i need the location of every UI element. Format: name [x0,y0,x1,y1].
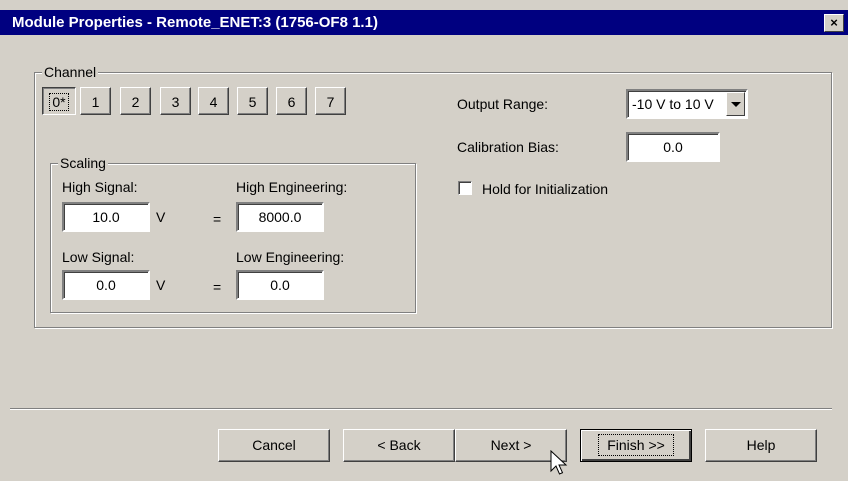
scaling-group-label: Scaling [58,155,108,171]
low-signal-unit: V [156,277,166,293]
separator [10,408,832,410]
chevron-down-icon[interactable] [726,92,745,116]
calibration-bias-label: Calibration Bias: [457,139,559,155]
window-title: Module Properties - Remote_ENET:3 (1756-… [12,14,378,31]
cancel-button[interactable]: Cancel [218,429,330,462]
low-equals-sign: = [213,279,222,295]
high-signal-label: High Signal: [62,179,138,195]
tab-channel-0[interactable]: 0* [42,87,76,115]
tab-channel-7[interactable]: 7 [315,87,346,115]
finish-button[interactable]: Finish >> [580,429,692,462]
title-bar: Module Properties - Remote_ENET:3 (1756-… [0,10,848,35]
tab-channel-2[interactable]: 2 [120,87,151,115]
low-engineering-input[interactable]: 0.0 [236,270,324,300]
low-engineering-label: Low Engineering: [236,249,345,265]
tab-channel-3[interactable]: 3 [160,87,191,115]
mouse-pointer-icon [550,450,568,475]
output-range-select[interactable]: -10 V to 10 V [626,89,748,119]
calibration-bias-input[interactable]: 0.0 [626,132,720,162]
hold-for-initialization-label: Hold for Initialization [482,181,609,197]
high-signal-unit: V [156,209,166,225]
high-engineering-input[interactable]: 8000.0 [236,202,324,232]
output-range-value: -10 V to 10 V [632,96,714,112]
low-signal-input[interactable]: 0.0 [62,270,150,300]
high-engineering-label: High Engineering: [236,179,348,195]
help-button[interactable]: Help [705,429,817,462]
high-signal-input[interactable]: 10.0 [62,202,150,232]
tab-channel-4[interactable]: 4 [198,87,229,115]
tab-channel-5[interactable]: 5 [237,87,268,115]
tab-channel-6[interactable]: 6 [276,87,307,115]
hold-for-initialization-checkbox[interactable] [458,181,472,195]
low-signal-label: Low Signal: [62,249,135,265]
close-button[interactable]: × [824,14,844,32]
tab-channel-1[interactable]: 1 [80,87,111,115]
output-range-label: Output Range: [457,96,549,112]
back-button[interactable]: < Back [343,429,455,462]
channel-group-label: Channel [42,64,99,80]
high-equals-sign: = [213,211,222,227]
